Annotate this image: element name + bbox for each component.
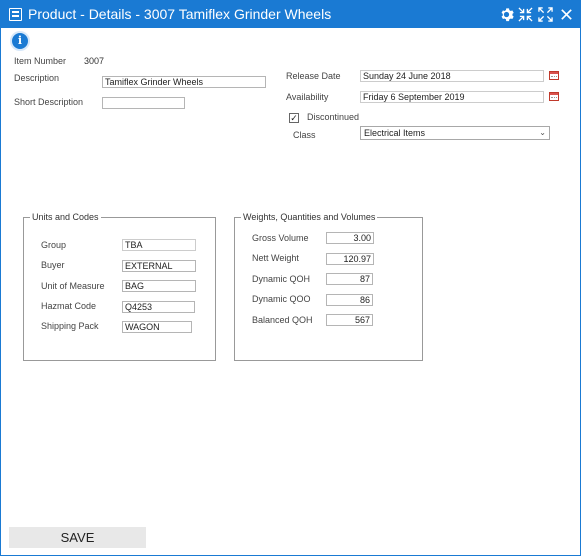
class-label: Class <box>293 130 316 140</box>
close-icon[interactable] <box>559 7 574 22</box>
shipping-pack-input[interactable]: WAGON <box>122 321 192 333</box>
app-icon <box>9 8 22 21</box>
gross-volume-label: Gross Volume <box>252 233 309 243</box>
nett-weight-label: Nett Weight <box>252 253 299 263</box>
group-input[interactable]: TBA <box>122 239 196 251</box>
availability-calendar-icon[interactable] <box>549 92 559 101</box>
dynamic-qoh-input[interactable]: 87 <box>326 273 373 285</box>
dynamic-qoh-label: Dynamic QOH <box>252 274 311 284</box>
class-select-value: Electrical Items <box>364 128 426 138</box>
dynamic-qoo-label: Dynamic QOO <box>252 294 311 304</box>
info-icon[interactable]: i <box>10 31 30 51</box>
hazmat-code-input[interactable]: Q4253 <box>122 301 195 313</box>
window-title: Product - Details - 3007 Tamiflex Grinde… <box>28 6 332 22</box>
units-and-codes-legend: Units and Codes <box>32 212 99 222</box>
save-button[interactable]: SAVE <box>9 527 146 548</box>
balanced-qoh-label: Balanced QOH <box>252 315 313 325</box>
gross-volume-input[interactable]: 3.00 <box>326 232 374 244</box>
expand-icon[interactable] <box>538 7 553 22</box>
buyer-input[interactable]: EXTERNAL <box>122 260 196 272</box>
class-select[interactable]: Electrical Items ⌄ <box>360 126 550 140</box>
short-description-input[interactable] <box>102 97 185 109</box>
description-label: Description <box>14 73 60 83</box>
nett-weight-input[interactable]: 120.97 <box>326 253 374 265</box>
short-description-label: Short Description <box>14 97 84 107</box>
buyer-label: Buyer <box>41 260 65 270</box>
availability-label: Availability <box>286 92 329 102</box>
chevron-down-icon: ⌄ <box>539 128 546 137</box>
discontinued-label: Discontinued <box>307 112 360 122</box>
release-date-label: Release Date <box>286 71 341 81</box>
shipping-pack-label: Shipping Pack <box>41 321 99 331</box>
hazmat-code-label: Hazmat Code <box>41 301 97 311</box>
discontinued-checkbox[interactable]: ✓ <box>289 113 299 123</box>
balanced-qoh-input[interactable]: 567 <box>326 314 373 326</box>
item-number-value: 3007 <box>84 56 105 66</box>
release-date-calendar-icon[interactable] <box>549 71 559 80</box>
release-date-input[interactable]: Sunday 24 June 2018 <box>360 70 544 82</box>
product-details-window: Product - Details - 3007 Tamiflex Grinde… <box>0 0 581 556</box>
unit-of-measure-label: Unit of Measure <box>41 281 105 291</box>
title-bar: Product - Details - 3007 Tamiflex Grinde… <box>1 1 580 28</box>
weights-legend: Weights, Quantities and Volumes <box>243 212 376 222</box>
dynamic-qoo-input[interactable]: 86 <box>326 294 373 306</box>
availability-input[interactable]: Friday 6 September 2019 <box>360 91 544 103</box>
collapse-icon[interactable] <box>518 7 533 22</box>
description-input[interactable]: Tamiflex Grinder Wheels <box>102 76 266 88</box>
unit-of-measure-input[interactable]: BAG <box>122 280 196 292</box>
group-label: Group <box>41 240 67 250</box>
item-number-label: Item Number <box>14 56 67 66</box>
gear-icon[interactable] <box>499 7 514 22</box>
